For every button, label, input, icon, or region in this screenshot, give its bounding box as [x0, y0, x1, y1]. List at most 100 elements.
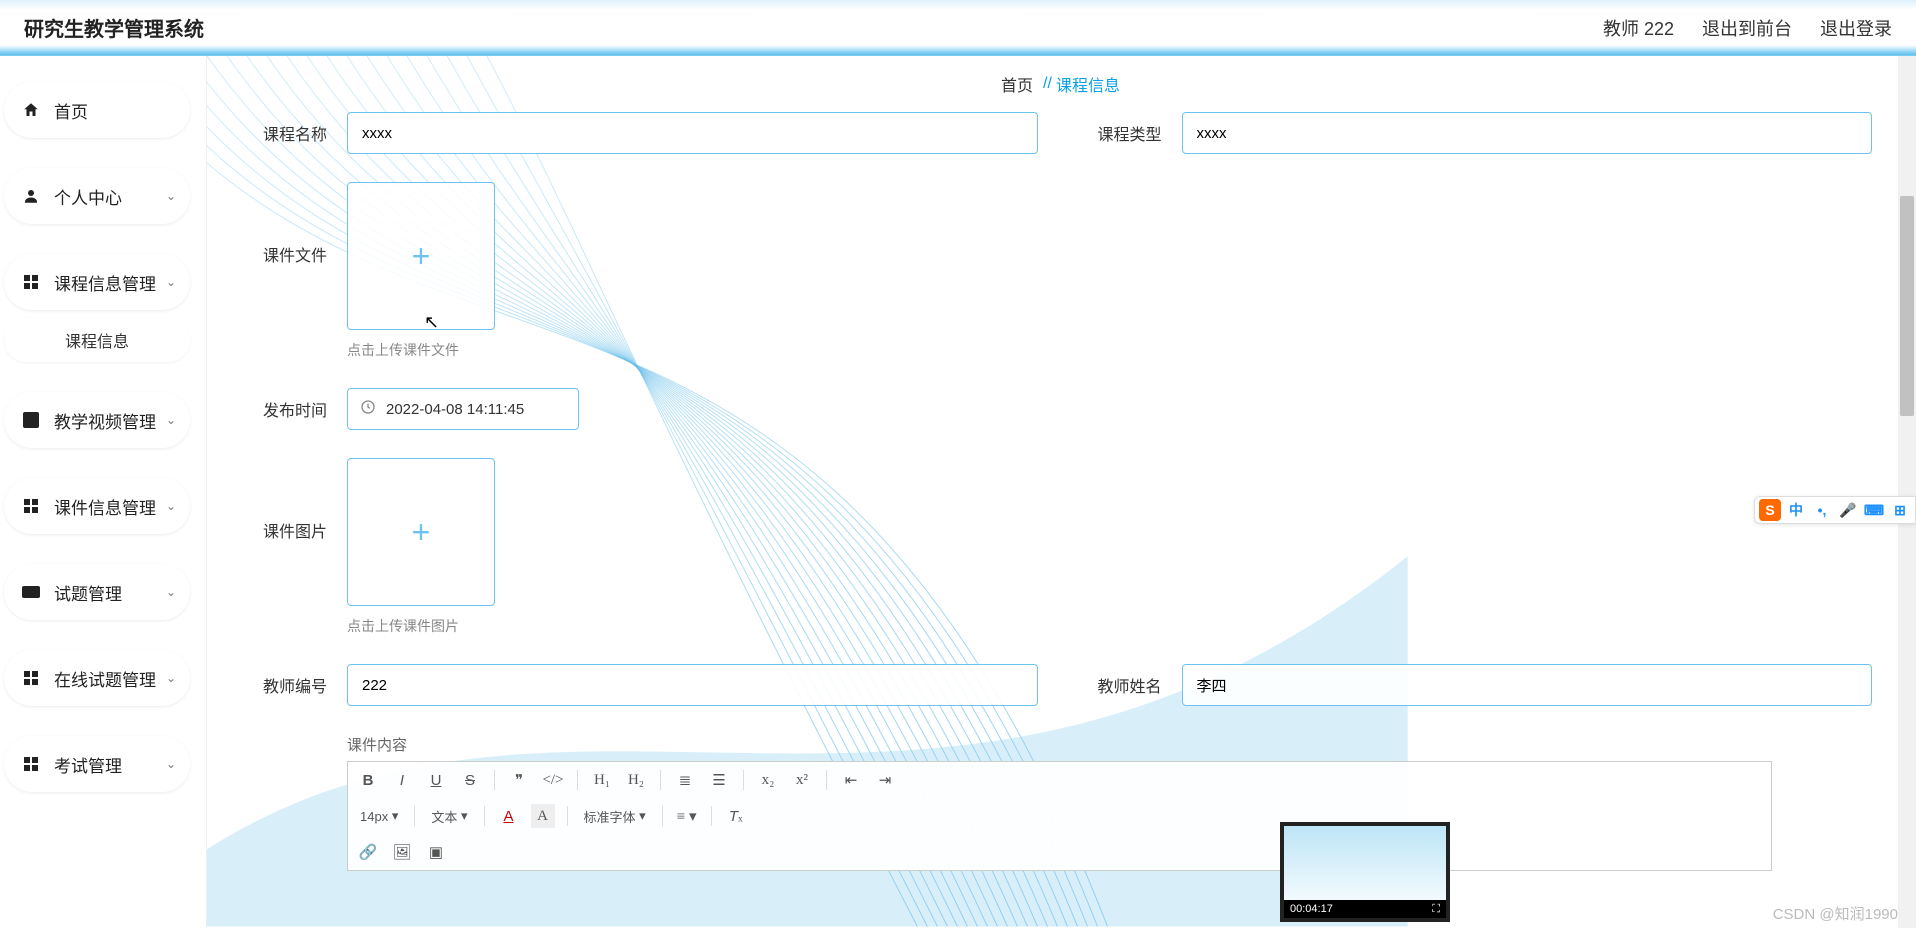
courseware-content-label: 课件内容	[347, 734, 1872, 755]
chevron-down-icon: ⌄	[166, 757, 176, 771]
breadcrumb: 首页 // 课程信息	[207, 56, 1908, 112]
ime-keyboard-icon[interactable]: ⌨	[1863, 499, 1885, 521]
rich-text-editor[interactable]: B I U S ❞ </> H₁ H₂ ≣ ☰ x₂ x² ⇤ ⇥	[347, 761, 1772, 871]
sidebar-item-label: 考试管理	[54, 752, 122, 777]
teacher-no-label: 教师编号	[243, 673, 327, 697]
chevron-down-icon: ⌄	[166, 275, 176, 289]
text-style-select[interactable]: 文本 ▾	[427, 804, 471, 828]
user-icon	[22, 187, 40, 205]
plus-icon: +	[412, 514, 431, 551]
plus-icon: +	[412, 238, 431, 275]
sidebar-subitem-label: 课程信息	[65, 328, 129, 352]
sidebar-subitem-course-info[interactable]: 课程信息	[4, 318, 190, 362]
dots-icon	[22, 583, 40, 601]
watermark: CSDN @知润1990	[1773, 903, 1898, 924]
grid-icon	[22, 669, 40, 687]
top-header: 研究生教学管理系统 教师 222 退出到前台 退出登录	[0, 0, 1916, 56]
course-name-input[interactable]	[347, 112, 1038, 154]
sidebar-item-label: 试题管理	[54, 580, 122, 605]
sidebar-item-question[interactable]: 试题管理 ⌄	[4, 564, 190, 620]
sidebar-item-label: 教学视频管理	[54, 408, 156, 433]
quote-icon[interactable]: ❞	[507, 768, 531, 792]
sidebar-item-courseware[interactable]: 课件信息管理 ⌄	[4, 478, 190, 534]
app-title: 研究生教学管理系统	[24, 13, 204, 42]
courseware-img-label: 课件图片	[243, 458, 327, 542]
ime-menu-icon[interactable]: ⊞	[1889, 499, 1911, 521]
sidebar-item-course-info[interactable]: 课程信息管理 ⌄	[4, 254, 190, 310]
strike-icon[interactable]: S	[458, 768, 482, 792]
italic-icon[interactable]: I	[390, 768, 414, 792]
teacher-name-label: 教师姓名	[1078, 673, 1162, 697]
bg-color-icon[interactable]: A	[531, 804, 555, 828]
sidebar-item-home[interactable]: 首页	[4, 82, 190, 138]
course-name-label: 课程名称	[243, 121, 327, 145]
chevron-down-icon: ⌄	[166, 413, 176, 427]
upload-file-hint: 点击上传课件文件	[347, 340, 495, 360]
sidebar-item-online-question[interactable]: 在线试题管理 ⌄	[4, 650, 190, 706]
ime-toolbar[interactable]: S 中 •, 🎤 ⌨ ⊞	[1754, 496, 1916, 524]
header-user[interactable]: 教师 222	[1603, 15, 1674, 41]
code-icon[interactable]: </>	[541, 768, 565, 792]
chart-icon	[22, 411, 40, 429]
teacher-name-input[interactable]	[1182, 664, 1873, 706]
indent-left-icon[interactable]: ⇤	[839, 768, 863, 792]
ordered-list-icon[interactable]: ≣	[673, 768, 697, 792]
sidebar-item-label: 课件信息管理	[54, 494, 156, 519]
image-icon[interactable]: 🖼	[390, 840, 414, 864]
font-color-icon[interactable]: A	[497, 804, 521, 828]
sidebar-item-video[interactable]: 教学视频管理 ⌄	[4, 392, 190, 448]
main-panel: 首页 // 课程信息 课程名称 课程类型 课件文件 + 点	[206, 56, 1908, 928]
upload-image-hint: 点击上传课件图片	[347, 616, 495, 636]
font-size-select[interactable]: 14px ▾	[356, 804, 402, 828]
unordered-list-icon[interactable]: ☰	[707, 768, 731, 792]
font-family-select[interactable]: 标准字体 ▾	[580, 804, 650, 828]
logout-link[interactable]: 退出登录	[1820, 15, 1892, 41]
grid-icon	[22, 273, 40, 291]
sidebar-item-label: 课程信息管理	[54, 270, 156, 295]
home-icon	[22, 101, 40, 119]
subscript-icon[interactable]: x₂	[756, 768, 780, 792]
video-time: 00:04:17	[1290, 903, 1333, 915]
teacher-no-input[interactable]	[347, 664, 1038, 706]
publish-time-picker[interactable]: 2022-04-08 14:11:45	[347, 388, 579, 430]
video-icon[interactable]: ▣	[424, 840, 448, 864]
ime-punct-icon[interactable]: •,	[1811, 499, 1833, 521]
chevron-down-icon: ⌄	[166, 499, 176, 513]
chevron-down-icon: ⌄	[166, 671, 176, 685]
publish-time-label: 发布时间	[243, 397, 327, 421]
editor-toolbar: B I U S ❞ </> H₁ H₂ ≣ ☰ x₂ x² ⇤ ⇥	[348, 762, 1771, 870]
fullscreen-icon[interactable]: ⛶	[1432, 903, 1440, 916]
publish-time-value: 2022-04-08 14:11:45	[386, 401, 524, 418]
underline-icon[interactable]: U	[424, 768, 448, 792]
h2-icon[interactable]: H₂	[624, 768, 648, 792]
sidebar-item-label: 在线试题管理	[54, 666, 156, 691]
upload-courseware-file[interactable]: +	[347, 182, 495, 330]
grid-icon	[22, 755, 40, 773]
clear-format-icon[interactable]: Tₓ	[724, 804, 748, 828]
header-right: 教师 222 退出到前台 退出登录	[1603, 15, 1892, 41]
course-type-input[interactable]	[1182, 112, 1873, 154]
align-icon[interactable]: ≡ ▾	[675, 804, 699, 828]
courseware-file-label: 课件文件	[243, 182, 327, 266]
sidebar-item-label: 首页	[54, 98, 88, 123]
indent-right-icon[interactable]: ⇥	[873, 768, 897, 792]
exit-to-front-link[interactable]: 退出到前台	[1702, 15, 1792, 41]
h1-icon[interactable]: H₁	[590, 768, 614, 792]
breadcrumb-home[interactable]: 首页	[1001, 72, 1033, 96]
bold-icon[interactable]: B	[356, 768, 380, 792]
grid-icon	[22, 497, 40, 515]
chevron-down-icon: ⌄	[166, 189, 176, 203]
link-icon[interactable]: 🔗	[356, 840, 380, 864]
sidebar-item-exam[interactable]: 考试管理 ⌄	[4, 736, 190, 792]
ime-lang[interactable]: 中	[1785, 499, 1807, 521]
chevron-down-icon: ⌄	[166, 585, 176, 599]
ime-voice-icon[interactable]: 🎤	[1837, 499, 1859, 521]
superscript-icon[interactable]: x²	[790, 768, 814, 792]
breadcrumb-current: 课程信息	[1056, 72, 1120, 96]
form: 课程名称 课程类型 课件文件 + 点击上传课件文件	[207, 112, 1908, 871]
video-thumbnail[interactable]: 00:04:17 ⛶	[1280, 822, 1450, 922]
sidebar: 首页 个人中心 ⌄ 课程信息管理 ⌄ 课程信息 教学视频管理 ⌄ 课件信息管理 …	[0, 56, 200, 928]
sidebar-item-profile[interactable]: 个人中心 ⌄	[4, 168, 190, 224]
breadcrumb-sep: //	[1043, 75, 1052, 93]
upload-courseware-image[interactable]: +	[347, 458, 495, 606]
